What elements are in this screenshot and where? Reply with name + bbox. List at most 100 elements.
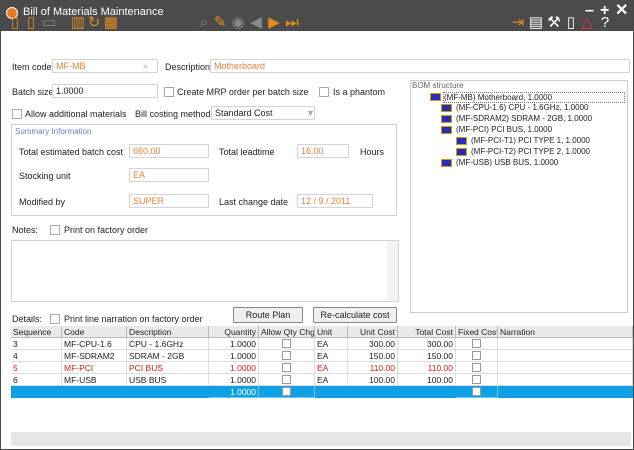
new-row-allow-qty-checkbox[interactable]: [259, 386, 315, 398]
cell-seq[interactable]: 5: [11, 362, 62, 374]
description-input[interactable]: Motherboard: [210, 59, 630, 73]
print-notes-checkbox[interactable]: [50, 225, 60, 235]
cell-narr[interactable]: [498, 350, 633, 362]
allow-additional-checkbox[interactable]: [12, 109, 22, 119]
col-quantity[interactable]: Quantity: [209, 326, 259, 338]
cell-total[interactable]: 300.00: [398, 338, 456, 350]
table-row[interactable]: 4 MF-SDRAM2 SDRAM - 2GB 1.0000 EA 150.00 150.0…: [11, 350, 633, 362]
allow-qty-checkbox[interactable]: [259, 362, 315, 374]
export-icon[interactable]: ⇥: [510, 15, 526, 31]
col-narration[interactable]: Narration: [498, 326, 633, 338]
previous-record-icon[interactable]: ◀: [248, 15, 264, 31]
recalculate-cost-button[interactable]: Re-calculate cost: [313, 307, 397, 323]
col-fixed-cost[interactable]: Fixed Cost: [456, 326, 498, 338]
cell-total[interactable]: 150.00: [398, 350, 456, 362]
cell-unit[interactable]: EA: [315, 362, 348, 374]
cell-code[interactable]: MF-USB: [62, 374, 127, 386]
new-doc-icon[interactable]: ▯: [7, 15, 23, 31]
tree-node-root[interactable]: (MF-MB) Motherboard, 1.0000: [443, 92, 625, 103]
table-row[interactable]: 5 MF-PCI PCI BUS 1.0000 EA 110.00 110.00: [11, 362, 633, 374]
col-total-cost[interactable]: Total Cost: [398, 326, 456, 338]
allow-qty-checkbox[interactable]: [259, 338, 315, 350]
cell-desc[interactable]: CPU - 1.6GHz: [127, 338, 209, 350]
col-unit-cost[interactable]: Unit Cost: [348, 326, 398, 338]
tree-node[interactable]: (MF-USB) USB BUS, 1.0000: [456, 158, 558, 167]
cell-narr[interactable]: [498, 374, 633, 386]
new-row[interactable]: 1.0000: [11, 386, 633, 398]
fixed-cost-checkbox[interactable]: [456, 350, 498, 362]
col-unit[interactable]: Unit: [315, 326, 348, 338]
horizontal-scrollbar[interactable]: [11, 432, 631, 446]
cell-narr[interactable]: [498, 338, 633, 350]
costing-method-select[interactable]: Standard Cost: [211, 106, 315, 120]
cell-seq[interactable]: 6: [11, 374, 62, 386]
col-allow-qty-chg[interactable]: Allow Qty Chg: [259, 326, 315, 338]
cell-seq[interactable]: 3: [11, 338, 62, 350]
new-row-qty[interactable]: 1.0000: [209, 386, 259, 398]
cell-unit[interactable]: EA: [315, 374, 348, 386]
cell-qty[interactable]: 1.0000: [209, 362, 259, 374]
help-icon[interactable]: ?: [597, 15, 613, 31]
tree-node[interactable]: (MF-PCI) PCI BUS, 1.0000: [456, 125, 552, 134]
next-record-icon[interactable]: ▶: [266, 15, 282, 31]
col-description[interactable]: Description: [127, 326, 209, 338]
last-record-icon[interactable]: ⏭: [284, 15, 300, 31]
cell-unit[interactable]: EA: [315, 338, 348, 350]
cell-qty[interactable]: 1.0000: [209, 338, 259, 350]
cell-total[interactable]: 100.00: [398, 374, 456, 386]
new-row-fixed-cost-checkbox[interactable]: [456, 386, 498, 398]
cell-unit[interactable]: EA: [315, 350, 348, 362]
grid-icon[interactable]: ▦: [103, 15, 119, 31]
book-icon[interactable]: ▯: [563, 15, 579, 31]
refresh-icon[interactable]: ↻: [86, 15, 102, 31]
tree-node[interactable]: (MF-SDRAM2) SDRAM - 2GB, 1.0000: [456, 114, 592, 123]
warning-icon[interactable]: △: [579, 15, 595, 31]
save-icon[interactable]: ▭: [41, 15, 57, 31]
print-icon[interactable]: ▤: [528, 15, 544, 31]
allow-qty-checkbox[interactable]: [259, 374, 315, 386]
cell-qty[interactable]: 1.0000: [209, 374, 259, 386]
col-code[interactable]: Code: [62, 326, 127, 338]
cell-unit_cost[interactable]: 100.00: [348, 374, 398, 386]
cell-desc[interactable]: SDRAM - 2GB: [127, 350, 209, 362]
cell-unit_cost[interactable]: 110.00: [348, 362, 398, 374]
fixed-cost-checkbox[interactable]: [456, 338, 498, 350]
cell-narr[interactable]: [498, 362, 633, 374]
table-row[interactable]: 6 MF-USB USB BUS 1.0000 EA 100.00 100.00: [11, 374, 633, 386]
cell-desc[interactable]: PCI BUS: [127, 362, 209, 374]
cell-unit_cost[interactable]: 150.00: [348, 350, 398, 362]
tools-icon[interactable]: ⚒: [546, 15, 562, 31]
chevron-down-icon[interactable]: ▼: [306, 108, 315, 118]
table-row[interactable]: 3 MF-CPU-1.6 CPU - 1.6GHz 1.0000 EA 300.00 300…: [11, 338, 633, 350]
print-narration-checkbox[interactable]: [50, 314, 60, 324]
delete-icon[interactable]: ▥: [70, 15, 86, 31]
cell-code[interactable]: MF-CPU-1.6: [62, 338, 127, 350]
cell-code[interactable]: MF-SDRAM2: [62, 350, 127, 362]
create-mrp-checkbox[interactable]: [164, 87, 174, 97]
edit-brush-icon[interactable]: ✎: [212, 15, 228, 31]
cell-seq[interactable]: 4: [11, 350, 62, 362]
batch-size-input[interactable]: 1.0000: [52, 84, 158, 98]
notes-textarea[interactable]: [11, 240, 399, 302]
cell-code[interactable]: MF-PCI: [62, 362, 127, 374]
is-phantom-checkbox[interactable]: [319, 87, 329, 97]
notes-scrollbar[interactable]: [387, 241, 398, 301]
costing-method-label: Bill costing method: [135, 109, 211, 119]
cell-unit_cost[interactable]: 300.00: [348, 338, 398, 350]
tree-node[interactable]: (MF-PCI-T2) PCI TYPE 2, 1.0000: [471, 147, 590, 156]
cell-qty[interactable]: 1.0000: [209, 350, 259, 362]
fixed-cost-checkbox[interactable]: [456, 374, 498, 386]
tree-node[interactable]: (MF-PCI-T1) PCI TYPE 1, 1.0000: [471, 136, 590, 145]
tree-node[interactable]: (MF-CPU-1.6) CPU - 1.6GHz, 1.0000: [456, 103, 588, 112]
cell-total[interactable]: 110.00: [398, 362, 456, 374]
col-sequence[interactable]: Sequence: [11, 326, 62, 338]
item-search-icon[interactable]: ⌕: [143, 61, 148, 72]
cell-desc[interactable]: USB BUS: [127, 374, 209, 386]
open-doc-icon[interactable]: ▯: [23, 15, 39, 31]
fixed-cost-checkbox[interactable]: [456, 362, 498, 374]
allow-qty-checkbox[interactable]: [259, 350, 315, 362]
first-record-icon[interactable]: ◉: [230, 15, 246, 31]
route-plan-button[interactable]: Route Plan: [233, 307, 303, 323]
search-icon[interactable]: ⌕: [196, 15, 212, 31]
close-button[interactable]: ✕: [615, 3, 628, 19]
